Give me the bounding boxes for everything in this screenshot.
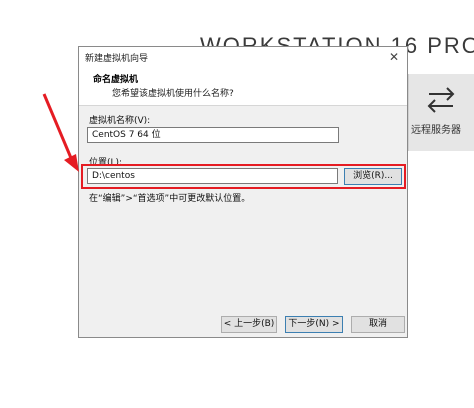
page-heading: 命名虚拟机 bbox=[93, 75, 139, 85]
swap-arrows-icon bbox=[427, 87, 455, 113]
page-subheading: 您希望该虚拟机使用什么名称? bbox=[112, 89, 234, 99]
dialog-header: 命名虚拟机 您希望该虚拟机使用什么名称? bbox=[79, 68, 407, 106]
next-button[interactable]: 下一步(N) > bbox=[285, 316, 343, 333]
cancel-button[interactable]: 取消 bbox=[351, 316, 405, 333]
vm-name-input[interactable]: CentOS 7 64 位 bbox=[87, 127, 339, 143]
location-hint: 在“编辑”>“首选项”中可更改默认位置。 bbox=[89, 194, 251, 204]
location-highlight-box bbox=[81, 164, 406, 189]
remote-server-label: 远程服务器 bbox=[411, 125, 461, 136]
vm-name-label: 虚拟机名称(V): bbox=[89, 116, 151, 126]
back-button[interactable]: < 上一步(B) bbox=[221, 316, 277, 333]
dialog-titlebar: 新建虚拟机向导 ✕ bbox=[79, 47, 407, 68]
dialog-title: 新建虚拟机向导 bbox=[85, 54, 149, 64]
close-icon[interactable]: ✕ bbox=[385, 48, 403, 66]
remote-server-tile[interactable] bbox=[408, 74, 474, 151]
